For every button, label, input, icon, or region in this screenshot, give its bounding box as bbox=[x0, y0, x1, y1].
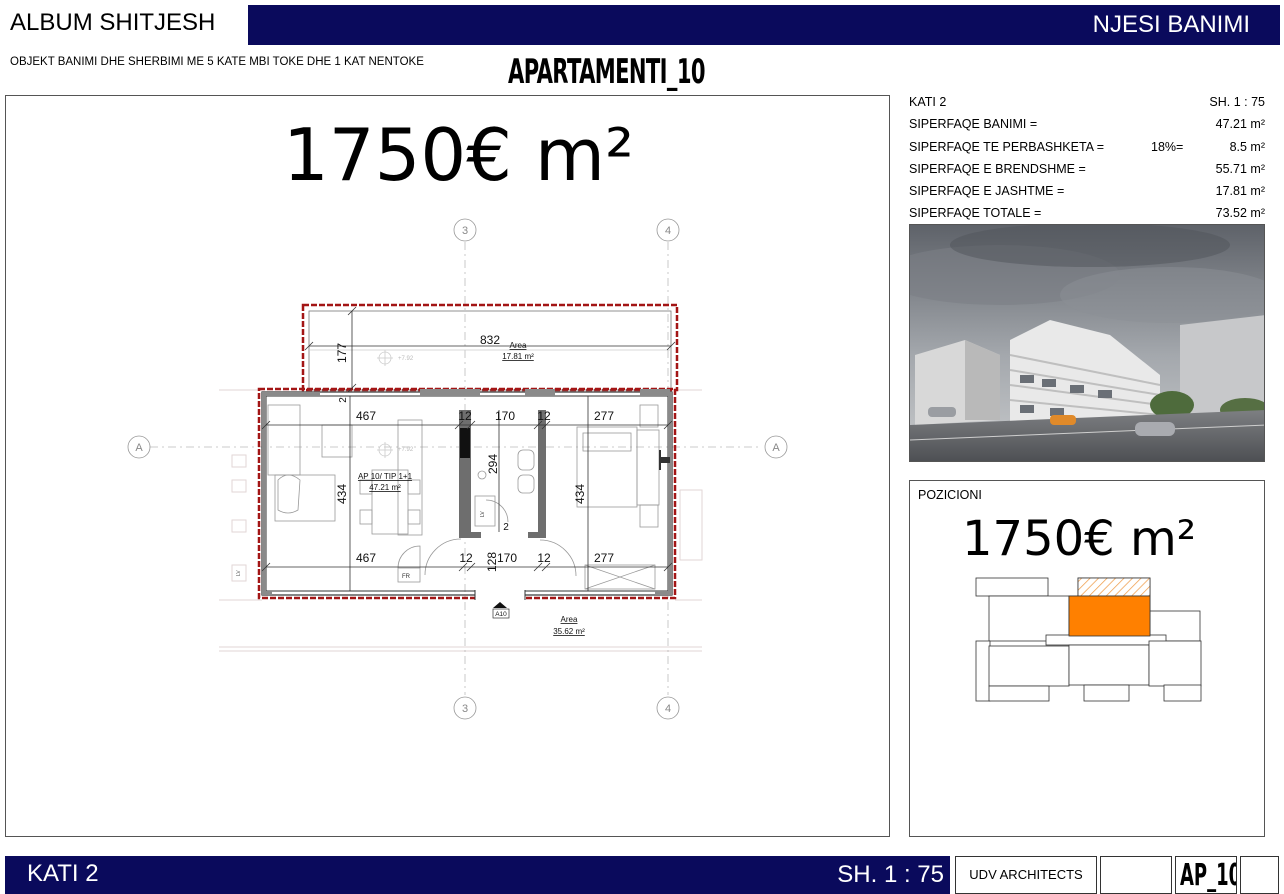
terrace-area-label: Area bbox=[510, 341, 527, 350]
unit-label: NJESI BANIMI bbox=[1092, 11, 1250, 38]
table-row: SIPERFAQE E BRENDSHME = 55.71 m² bbox=[909, 159, 1265, 181]
position-panel: POZICIONI 1750€ m² bbox=[909, 480, 1265, 837]
dim-wall-2-bath: 2 bbox=[503, 522, 509, 533]
dim-living-depth: 434 bbox=[335, 484, 349, 504]
dim-wall-2-top: 2 bbox=[338, 397, 349, 403]
table-scale: SH. 1 : 75 bbox=[1209, 95, 1265, 109]
footer-empty-cell bbox=[1240, 856, 1279, 894]
footer-empty-cell bbox=[1100, 856, 1172, 894]
footer-scale: SH. 1 : 75 bbox=[837, 861, 944, 888]
corridor-area-value: 35.62 m² bbox=[553, 627, 585, 636]
corridor-area-label: Area bbox=[561, 615, 578, 624]
row-label: SIPERFAQE TOTALE = bbox=[909, 206, 1042, 221]
dim-bed-depth: 434 bbox=[573, 484, 587, 504]
dim-terrace-width: 832 bbox=[480, 333, 500, 347]
context-lv-label: LV bbox=[236, 570, 242, 576]
dim-wall-12d: 12 bbox=[537, 551, 551, 565]
unit-area: 47.21 m² bbox=[369, 483, 401, 492]
grid-label-3-top: 3 bbox=[462, 225, 468, 237]
dim-living-width-bottom: 467 bbox=[356, 551, 376, 565]
footer-code-cell: AP_10 bbox=[1175, 856, 1237, 894]
fridge-label: FR bbox=[402, 574, 411, 580]
key-plan-terrace bbox=[1077, 577, 1151, 597]
unit-tag: AP 10/ TIP 1+1 bbox=[358, 472, 413, 481]
footer-code: AP_10 bbox=[1180, 858, 1237, 893]
terrace-level: +7.92 bbox=[398, 356, 414, 362]
key-plan bbox=[975, 577, 1202, 702]
position-label: POZICIONI bbox=[918, 488, 982, 502]
row-label: SIPERFAQE E JASHTME = bbox=[909, 184, 1065, 199]
grid-label-3-bottom: 3 bbox=[462, 703, 468, 715]
table-row: SIPERFAQE TOTALE = 73.52 m² bbox=[909, 203, 1265, 225]
row-value: 55.71 m² bbox=[1215, 161, 1265, 176]
dim-bed-width-bottom: 277 bbox=[594, 551, 614, 565]
table-row: SIPERFAQE E JASHTME = 17.81 m² bbox=[909, 181, 1265, 203]
grid-label-4-bottom: 4 bbox=[665, 703, 671, 715]
table-header-row: KATI 2 SH. 1 : 75 bbox=[909, 92, 1265, 114]
building-render-image bbox=[909, 224, 1265, 462]
dim-wall-12b: 12 bbox=[537, 409, 551, 423]
row-value: 17.81 m² bbox=[1215, 184, 1265, 199]
living-level: +7.92 bbox=[398, 447, 414, 453]
table-row: SIPERFAQE TE PERBASHKETA = 18%= 8.5 m² bbox=[909, 137, 1265, 159]
terrace-area-value: 17.81 m² bbox=[502, 352, 534, 361]
table-row: SIPERFAQE BANIMI = 47.21 m² bbox=[909, 114, 1265, 136]
grid-label-a-right: A bbox=[772, 442, 780, 454]
footer-floor: KATI 2 bbox=[27, 860, 99, 887]
key-plan-highlighted-unit bbox=[1068, 595, 1151, 637]
washbasin-label: LV bbox=[480, 511, 486, 517]
terrace bbox=[301, 303, 679, 392]
grid-label-4-top: 4 bbox=[665, 225, 671, 237]
footer-bar: KATI 2 SH. 1 : 75 bbox=[5, 856, 950, 894]
row-value: 47.21 m² bbox=[1215, 117, 1265, 132]
area-table: KATI 2 SH. 1 : 75 SIPERFAQE BANIMI = 47.… bbox=[909, 92, 1265, 226]
position-price: 1750€ m² bbox=[962, 511, 1196, 567]
footer-firm: UDV ARCHITECTS bbox=[955, 856, 1097, 894]
row-value: 8.5 m² bbox=[1229, 139, 1265, 154]
table-floor: KATI 2 bbox=[909, 95, 947, 109]
dim-bed-width-top: 277 bbox=[594, 409, 614, 423]
dim-wall-12c: 12 bbox=[459, 551, 473, 565]
grid-bubbles bbox=[127, 218, 788, 720]
dim-terrace-depth: 177 bbox=[335, 343, 349, 363]
dim-bath-width-top: 170 bbox=[495, 409, 515, 423]
dim-bath-depth: 294 bbox=[486, 454, 500, 474]
row-label: SIPERFAQE BANIMI = bbox=[909, 117, 1038, 132]
dim-wall-12a: 12 bbox=[458, 409, 472, 423]
row-percent: 18%= bbox=[1151, 139, 1184, 154]
dim-bath-width-bottom: 170 bbox=[497, 551, 517, 565]
entry-tag: A10 bbox=[495, 611, 507, 618]
grid-label-a-left: A bbox=[135, 442, 143, 454]
row-value: 73.52 m² bbox=[1215, 206, 1265, 221]
row-label: SIPERFAQE E BRENDSHME = bbox=[909, 161, 1086, 176]
floor-plan-drawing: LV 3 4 3 4 A A FR LV +7.92 +7.92 832 177… bbox=[127, 218, 788, 720]
row-label: SIPERFAQE TE PERBASHKETA = bbox=[909, 139, 1105, 154]
dim-living-width-top: 467 bbox=[356, 409, 376, 423]
entry-marker: A10 bbox=[492, 602, 510, 619]
